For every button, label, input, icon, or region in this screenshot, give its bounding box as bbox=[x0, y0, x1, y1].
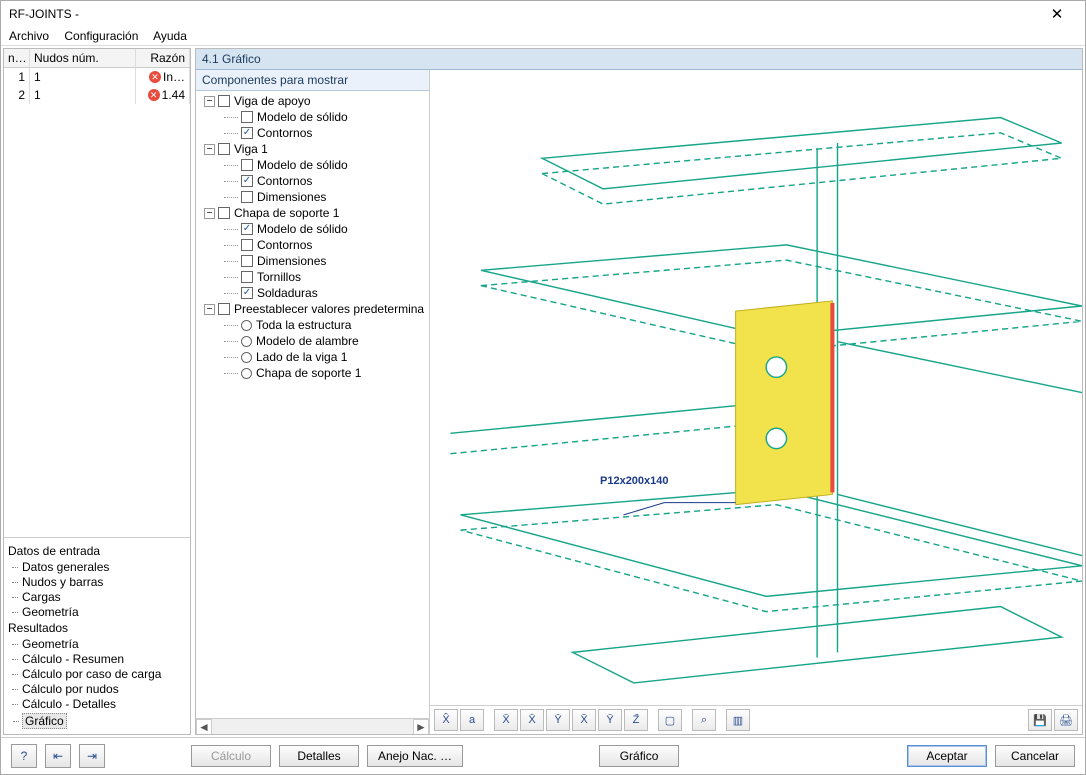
error-icon: ✕ bbox=[149, 71, 161, 83]
chk-p1-bolts[interactable] bbox=[241, 271, 253, 283]
menu-config[interactable]: Configuración bbox=[64, 29, 138, 43]
view-toolbar: X̂ a X̄ X̄ Ȳ X̄ Ȳ Z̄ ▢ ⌕ ▥ bbox=[430, 705, 1082, 734]
table-row[interactable]: 2 1 ✕1.44 bbox=[4, 86, 190, 104]
radio-wire[interactable] bbox=[241, 336, 252, 347]
table-row[interactable]: 1 1 ✕In… bbox=[4, 68, 190, 86]
error-icon: ✕ bbox=[148, 89, 160, 101]
nav-graphic[interactable]: Gráfico bbox=[22, 713, 67, 729]
nav-header-input: Datos de entrada bbox=[8, 544, 186, 558]
prev-button[interactable]: ⇤ bbox=[45, 744, 71, 768]
collapse-icon[interactable]: − bbox=[204, 96, 215, 107]
nav-nodes-bars[interactable]: Nudos y barras bbox=[22, 575, 186, 589]
chk-p1-welds[interactable] bbox=[241, 287, 253, 299]
bottom-bar: ? ⇤ ⇥ Cálculo Detalles Anejo Nac. … Gráf… bbox=[1, 737, 1085, 774]
view-xy2-icon[interactable]: X̄ bbox=[572, 709, 596, 731]
view-yz2-icon[interactable]: Ȳ bbox=[598, 709, 622, 731]
nav-calc-nodes[interactable]: Cálculo por nudos bbox=[22, 682, 186, 696]
menu-help[interactable]: Ayuda bbox=[153, 29, 187, 43]
tree-hscroll[interactable]: ◄ ► bbox=[196, 718, 429, 734]
col-nodes[interactable]: Nudos núm. bbox=[30, 49, 136, 67]
scroll-left-icon[interactable]: ◄ bbox=[196, 719, 212, 735]
ok-button[interactable]: Aceptar bbox=[907, 745, 987, 767]
chk-b1-solid[interactable] bbox=[241, 159, 253, 171]
tree-title: Componentes para mostrar bbox=[196, 70, 429, 91]
chk-plate1[interactable] bbox=[218, 207, 230, 219]
graphic-button[interactable]: Gráfico bbox=[599, 745, 679, 767]
details-button[interactable]: Detalles bbox=[279, 745, 359, 767]
nav-header-results: Resultados bbox=[8, 621, 186, 635]
left-panel: n… Nudos núm. Razón 1 1 ✕In… 2 1 ✕1.44 D… bbox=[3, 48, 191, 735]
scroll-right-icon[interactable]: ► bbox=[413, 719, 429, 735]
view-yz-icon[interactable]: Ȳ bbox=[546, 709, 570, 731]
menu-file[interactable]: Archivo bbox=[9, 29, 49, 43]
tab-title: 4.1 Gráfico bbox=[196, 49, 1082, 70]
next-button[interactable]: ⇥ bbox=[79, 744, 105, 768]
collapse-icon[interactable]: − bbox=[204, 208, 215, 219]
nav-calc-details[interactable]: Cálculo - Detalles bbox=[22, 697, 186, 711]
collapse-icon[interactable]: − bbox=[204, 304, 215, 315]
radio-all[interactable] bbox=[241, 320, 252, 331]
chk-beam1[interactable] bbox=[218, 143, 230, 155]
nav-geometry-in[interactable]: Geometría bbox=[22, 605, 186, 619]
chk-presets[interactable] bbox=[218, 303, 230, 315]
save-image-icon[interactable]: 💾 bbox=[1028, 709, 1052, 731]
3d-viewport[interactable]: P12x200x140 bbox=[430, 70, 1082, 705]
chk-p1-solid[interactable] bbox=[241, 223, 253, 235]
view-z-icon[interactable]: Z̄ bbox=[624, 709, 648, 731]
nav-calc-summary[interactable]: Cálculo - Resumen bbox=[22, 652, 186, 666]
help-button[interactable]: ? bbox=[11, 744, 37, 768]
chk-sb-contours[interactable] bbox=[241, 127, 253, 139]
menubar: Archivo Configuración Ayuda bbox=[1, 27, 1085, 46]
calc-button[interactable]: Cálculo bbox=[191, 745, 271, 767]
radio-plate1side[interactable] bbox=[241, 368, 252, 379]
chk-p1-contours[interactable] bbox=[241, 239, 253, 251]
view-box-icon[interactable]: ▢ bbox=[658, 709, 682, 731]
chk-sb-solid[interactable] bbox=[241, 111, 253, 123]
window-title: RF-JOINTS - bbox=[9, 7, 1037, 21]
view-zoom-icon[interactable]: ⌕ bbox=[692, 709, 716, 731]
view-layers-icon[interactable]: ▥ bbox=[726, 709, 750, 731]
cancel-button[interactable]: Cancelar bbox=[995, 745, 1075, 767]
chk-b1-contours[interactable] bbox=[241, 175, 253, 187]
nav-calc-loadcase[interactable]: Cálculo por caso de carga bbox=[22, 667, 186, 681]
plate-label: P12x200x140 bbox=[600, 475, 669, 487]
close-icon[interactable]: ✕ bbox=[1037, 5, 1077, 23]
view-iso-icon[interactable]: X̂ bbox=[434, 709, 458, 731]
col-n[interactable]: n… bbox=[4, 49, 30, 67]
chk-b1-dim[interactable] bbox=[241, 191, 253, 203]
col-ratio[interactable]: Razón bbox=[136, 49, 190, 67]
radio-beam1side[interactable] bbox=[241, 352, 252, 363]
chk-p1-dim[interactable] bbox=[241, 255, 253, 267]
collapse-icon[interactable]: − bbox=[204, 144, 215, 155]
view-text-icon[interactable]: a bbox=[460, 709, 484, 731]
view-xy-icon[interactable]: X̄ bbox=[494, 709, 518, 731]
print-icon[interactable]: 🖨 bbox=[1054, 709, 1078, 731]
nav-general[interactable]: Datos generales bbox=[22, 560, 186, 574]
nav-geometry-res[interactable]: Geometría bbox=[22, 637, 186, 651]
component-tree: −Viga de apoyo Modelo de sólido Contorno… bbox=[196, 91, 429, 718]
nav-panel: Datos de entrada Datos generales Nudos y… bbox=[4, 537, 190, 734]
national-annex-button[interactable]: Anejo Nac. … bbox=[367, 745, 463, 767]
view-xz-icon[interactable]: X̄ bbox=[520, 709, 544, 731]
nav-loads[interactable]: Cargas bbox=[22, 590, 186, 604]
chk-support-beam[interactable] bbox=[218, 95, 230, 107]
